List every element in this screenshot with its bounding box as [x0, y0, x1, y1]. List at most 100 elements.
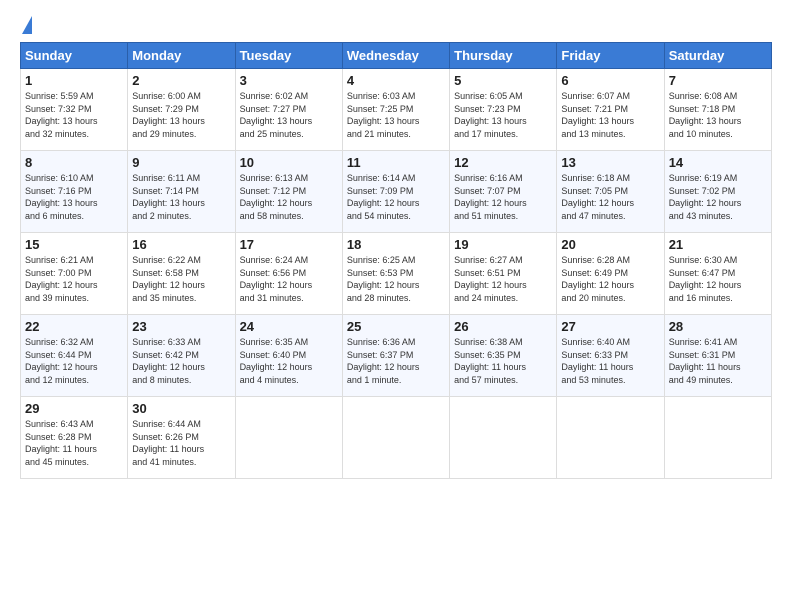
- day-number: 25: [347, 319, 445, 334]
- day-number: 1: [25, 73, 123, 88]
- week-row-3: 15 Sunrise: 6:21 AMSunset: 7:00 PMDayligh…: [21, 233, 772, 315]
- day-number: 23: [132, 319, 230, 334]
- day-cell: 25 Sunrise: 6:36 AMSunset: 6:37 PMDayligh…: [342, 315, 449, 397]
- day-number: 3: [240, 73, 338, 88]
- header-cell-monday: Monday: [128, 43, 235, 69]
- day-cell: 5Sunrise: 6:05 AMSunset: 7:23 PMDaylight…: [450, 69, 557, 151]
- day-cell: 24 Sunrise: 6:35 AMSunset: 6:40 PMDayligh…: [235, 315, 342, 397]
- logo: [20, 16, 32, 32]
- day-cell: 10 Sunrise: 6:13 AMSunset: 7:12 PMDayligh…: [235, 151, 342, 233]
- day-cell: 28 Sunrise: 6:41 AMSunset: 6:31 PMDayligh…: [664, 315, 771, 397]
- day-number: 30: [132, 401, 230, 416]
- day-details: Sunrise: 6:21 AMSunset: 7:00 PMDaylight:…: [25, 254, 123, 304]
- day-cell: 26Sunrise: 6:38 AMSunset: 6:35 PMDayligh…: [450, 315, 557, 397]
- day-cell: 4Sunrise: 6:03 AMSunset: 7:25 PMDaylight…: [342, 69, 449, 151]
- day-details: Sunrise: 6:43 AMSunset: 6:28 PMDaylight:…: [25, 418, 123, 468]
- day-cell: 8 Sunrise: 6:10 AMSunset: 7:16 PMDaylight…: [21, 151, 128, 233]
- day-number: 21: [669, 237, 767, 252]
- day-cell: 23 Sunrise: 6:33 AMSunset: 6:42 PMDayligh…: [128, 315, 235, 397]
- day-cell: 7 Sunrise: 6:08 AMSunset: 7:18 PMDaylight…: [664, 69, 771, 151]
- day-number: 29: [25, 401, 123, 416]
- day-details: Sunrise: 6:35 AMSunset: 6:40 PMDaylight:…: [240, 336, 338, 386]
- day-cell: 17Sunrise: 6:24 AMSunset: 6:56 PMDayligh…: [235, 233, 342, 315]
- day-details: Sunrise: 6:07 AMSunset: 7:21 PMDaylight:…: [561, 90, 659, 140]
- day-details: Sunrise: 6:10 AMSunset: 7:16 PMDaylight:…: [25, 172, 123, 222]
- day-number: 9: [132, 155, 230, 170]
- week-row-4: 22 Sunrise: 6:32 AMSunset: 6:44 PMDayligh…: [21, 315, 772, 397]
- day-number: 26: [454, 319, 552, 334]
- day-details: Sunrise: 6:32 AMSunset: 6:44 PMDaylight:…: [25, 336, 123, 386]
- day-details: Sunrise: 6:05 AMSunset: 7:23 PMDaylight:…: [454, 90, 552, 140]
- day-cell: 21 Sunrise: 6:30 AMSunset: 6:47 PMDayligh…: [664, 233, 771, 315]
- day-details: Sunrise: 6:33 AMSunset: 6:42 PMDaylight:…: [132, 336, 230, 386]
- week-row-2: 8 Sunrise: 6:10 AMSunset: 7:16 PMDaylight…: [21, 151, 772, 233]
- calendar-page: SundayMondayTuesdayWednesdayThursdayFrid…: [0, 0, 792, 612]
- day-cell: 13 Sunrise: 6:18 AMSunset: 7:05 PMDayligh…: [557, 151, 664, 233]
- day-cell: 22 Sunrise: 6:32 AMSunset: 6:44 PMDayligh…: [21, 315, 128, 397]
- day-details: Sunrise: 6:41 AMSunset: 6:31 PMDaylight:…: [669, 336, 767, 386]
- day-number: 28: [669, 319, 767, 334]
- header-cell-tuesday: Tuesday: [235, 43, 342, 69]
- day-number: 10: [240, 155, 338, 170]
- header-row: SundayMondayTuesdayWednesdayThursdayFrid…: [21, 43, 772, 69]
- day-cell: 11 Sunrise: 6:14 AMSunset: 7:09 PMDayligh…: [342, 151, 449, 233]
- day-number: 11: [347, 155, 445, 170]
- day-cell: 15 Sunrise: 6:21 AMSunset: 7:00 PMDayligh…: [21, 233, 128, 315]
- day-details: Sunrise: 6:18 AMSunset: 7:05 PMDaylight:…: [561, 172, 659, 222]
- day-cell: [235, 397, 342, 479]
- day-number: 24: [240, 319, 338, 334]
- day-number: 14: [669, 155, 767, 170]
- day-cell: 20Sunrise: 6:28 AMSunset: 6:49 PMDayligh…: [557, 233, 664, 315]
- day-number: 8: [25, 155, 123, 170]
- day-cell: 12 Sunrise: 6:16 AMSunset: 7:07 PMDayligh…: [450, 151, 557, 233]
- day-cell: 29 Sunrise: 6:43 AMSunset: 6:28 PMDayligh…: [21, 397, 128, 479]
- day-details: Sunrise: 6:11 AMSunset: 7:14 PMDaylight:…: [132, 172, 230, 222]
- day-cell: 2Sunrise: 6:00 AMSunset: 7:29 PMDaylight…: [128, 69, 235, 151]
- day-number: 7: [669, 73, 767, 88]
- day-number: 16: [132, 237, 230, 252]
- day-cell: 9 Sunrise: 6:11 AMSunset: 7:14 PMDaylight…: [128, 151, 235, 233]
- header-cell-friday: Friday: [557, 43, 664, 69]
- day-number: 6: [561, 73, 659, 88]
- day-details: Sunrise: 6:02 AMSunset: 7:27 PMDaylight:…: [240, 90, 338, 140]
- day-details: Sunrise: 5:59 AMSunset: 7:32 PMDaylight:…: [25, 90, 123, 140]
- day-number: 13: [561, 155, 659, 170]
- header-cell-thursday: Thursday: [450, 43, 557, 69]
- header-cell-sunday: Sunday: [21, 43, 128, 69]
- week-row-1: 1 Sunrise: 5:59 AMSunset: 7:32 PMDaylight…: [21, 69, 772, 151]
- day-cell: [664, 397, 771, 479]
- day-details: Sunrise: 6:28 AMSunset: 6:49 PMDaylight:…: [561, 254, 659, 304]
- day-details: Sunrise: 6:24 AMSunset: 6:56 PMDaylight:…: [240, 254, 338, 304]
- day-details: Sunrise: 6:30 AMSunset: 6:47 PMDaylight:…: [669, 254, 767, 304]
- logo-triangle-icon: [22, 16, 32, 34]
- day-details: Sunrise: 6:44 AMSunset: 6:26 PMDaylight:…: [132, 418, 230, 468]
- day-number: 2: [132, 73, 230, 88]
- day-details: Sunrise: 6:36 AMSunset: 6:37 PMDaylight:…: [347, 336, 445, 386]
- calendar-table: SundayMondayTuesdayWednesdayThursdayFrid…: [20, 42, 772, 479]
- day-details: Sunrise: 6:40 AMSunset: 6:33 PMDaylight:…: [561, 336, 659, 386]
- week-row-5: 29 Sunrise: 6:43 AMSunset: 6:28 PMDayligh…: [21, 397, 772, 479]
- header-cell-wednesday: Wednesday: [342, 43, 449, 69]
- day-cell: [557, 397, 664, 479]
- day-cell: 18Sunrise: 6:25 AMSunset: 6:53 PMDayligh…: [342, 233, 449, 315]
- day-cell: 19Sunrise: 6:27 AMSunset: 6:51 PMDayligh…: [450, 233, 557, 315]
- day-details: Sunrise: 6:14 AMSunset: 7:09 PMDaylight:…: [347, 172, 445, 222]
- day-details: Sunrise: 6:16 AMSunset: 7:07 PMDaylight:…: [454, 172, 552, 222]
- day-details: Sunrise: 6:13 AMSunset: 7:12 PMDaylight:…: [240, 172, 338, 222]
- day-details: Sunrise: 6:08 AMSunset: 7:18 PMDaylight:…: [669, 90, 767, 140]
- day-number: 22: [25, 319, 123, 334]
- header: [20, 16, 772, 32]
- day-number: 15: [25, 237, 123, 252]
- day-details: Sunrise: 6:19 AMSunset: 7:02 PMDaylight:…: [669, 172, 767, 222]
- day-details: Sunrise: 6:27 AMSunset: 6:51 PMDaylight:…: [454, 254, 552, 304]
- day-number: 12: [454, 155, 552, 170]
- day-number: 4: [347, 73, 445, 88]
- day-details: Sunrise: 6:25 AMSunset: 6:53 PMDaylight:…: [347, 254, 445, 304]
- day-number: 27: [561, 319, 659, 334]
- day-cell: 1 Sunrise: 5:59 AMSunset: 7:32 PMDaylight…: [21, 69, 128, 151]
- day-cell: 3 Sunrise: 6:02 AMSunset: 7:27 PMDaylight…: [235, 69, 342, 151]
- day-cell: 27 Sunrise: 6:40 AMSunset: 6:33 PMDayligh…: [557, 315, 664, 397]
- day-details: Sunrise: 6:22 AMSunset: 6:58 PMDaylight:…: [132, 254, 230, 304]
- day-cell: 30 Sunrise: 6:44 AMSunset: 6:26 PMDayligh…: [128, 397, 235, 479]
- day-cell: [450, 397, 557, 479]
